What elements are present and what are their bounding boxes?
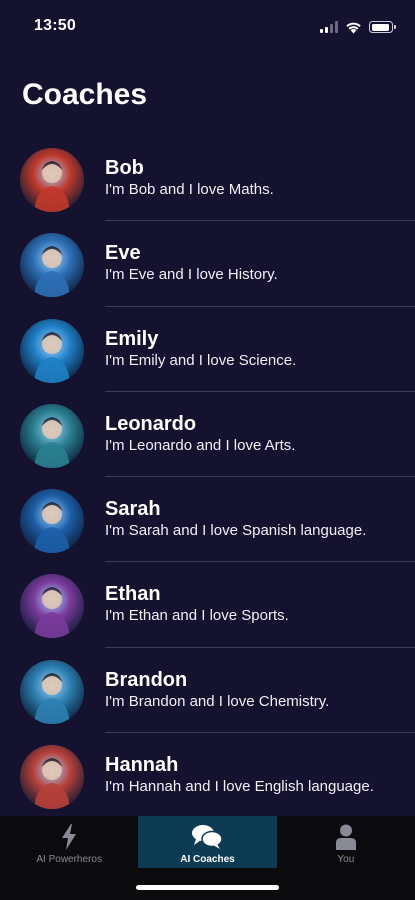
tab-you[interactable]: You	[277, 816, 415, 868]
coach-list-item[interactable]: Ethan I'm Ethan and I love Sports.	[0, 562, 415, 648]
coach-list-item[interactable]: Emily I'm Emily and I love Science.	[0, 307, 415, 392]
coach-name: Ethan	[105, 583, 161, 606]
home-indicator	[136, 885, 279, 890]
lightning-icon	[61, 824, 77, 850]
chat-bubbles-icon	[191, 824, 224, 850]
coach-name: Brandon	[105, 668, 188, 691]
coach-description: I'm Eve and I love History.	[105, 266, 278, 284]
coach-list-item[interactable]: Hannah I'm Hannah and I love English lang…	[0, 733, 415, 819]
coach-description: I'm Leonardo and I love Arts.	[105, 436, 296, 454]
coach-description: I'm Bob and I love Maths.	[105, 181, 274, 198]
coach-name: Eve	[105, 242, 141, 265]
coach-avatar	[20, 489, 84, 554]
status-icons	[320, 19, 396, 35]
coach-avatar	[20, 745, 84, 810]
coach-list: Bob I'm Bob and I love Maths. Eve I'm Eve a…	[0, 136, 415, 819]
page-title: Coaches	[22, 78, 148, 111]
tab-ai-coaches[interactable]: AI Coaches	[138, 816, 277, 868]
coach-avatar	[20, 148, 84, 212]
battery-icon	[369, 21, 396, 33]
coach-list-item[interactable]: Bob I'm Bob and I love Maths.	[0, 136, 415, 222]
tab-ai-powerheros[interactable]: AI Powerheros	[0, 816, 138, 868]
coach-description: I'm Sarah and I love Spanish language.	[105, 522, 367, 540]
tab-label: You	[337, 854, 355, 865]
coach-list-item[interactable]: Brandon I'm Brandon and I love Chemistry.	[0, 648, 415, 734]
cellular-signal-icon	[320, 21, 338, 33]
coach-description: I'm Brandon and I love Chemistry.	[105, 692, 330, 710]
coach-description: I'm Ethan and I love Sports.	[105, 607, 289, 625]
coach-name: Bob	[105, 157, 144, 179]
coach-list-item[interactable]: Leonardo I'm Leonardo and I love Arts.	[0, 392, 415, 478]
status-bar: 13:50	[0, 0, 415, 54]
wifi-icon	[346, 22, 361, 33]
tab-label: AI Powerheros	[36, 854, 102, 865]
coach-name: Emily	[105, 327, 159, 350]
coach-avatar	[20, 574, 84, 639]
person-icon	[335, 824, 357, 850]
coach-name: Sarah	[105, 498, 161, 521]
coach-name: Leonardo	[105, 412, 197, 435]
coach-avatar	[20, 403, 84, 468]
tab-label: AI Coaches	[180, 854, 235, 865]
coach-avatar	[20, 318, 84, 383]
coach-name: Hannah	[105, 754, 179, 777]
coach-avatar	[20, 233, 84, 298]
status-time: 13:50	[34, 17, 76, 34]
coach-description: I'm Emily and I love Science.	[105, 351, 297, 369]
coach-list-item[interactable]: Sarah I'm Sarah and I love Spanish langua…	[0, 477, 415, 563]
coach-list-item[interactable]: Eve I'm Eve and I love History.	[0, 221, 415, 307]
coach-avatar	[20, 659, 84, 724]
coach-description: I'm Hannah and I love English language.	[105, 778, 374, 796]
